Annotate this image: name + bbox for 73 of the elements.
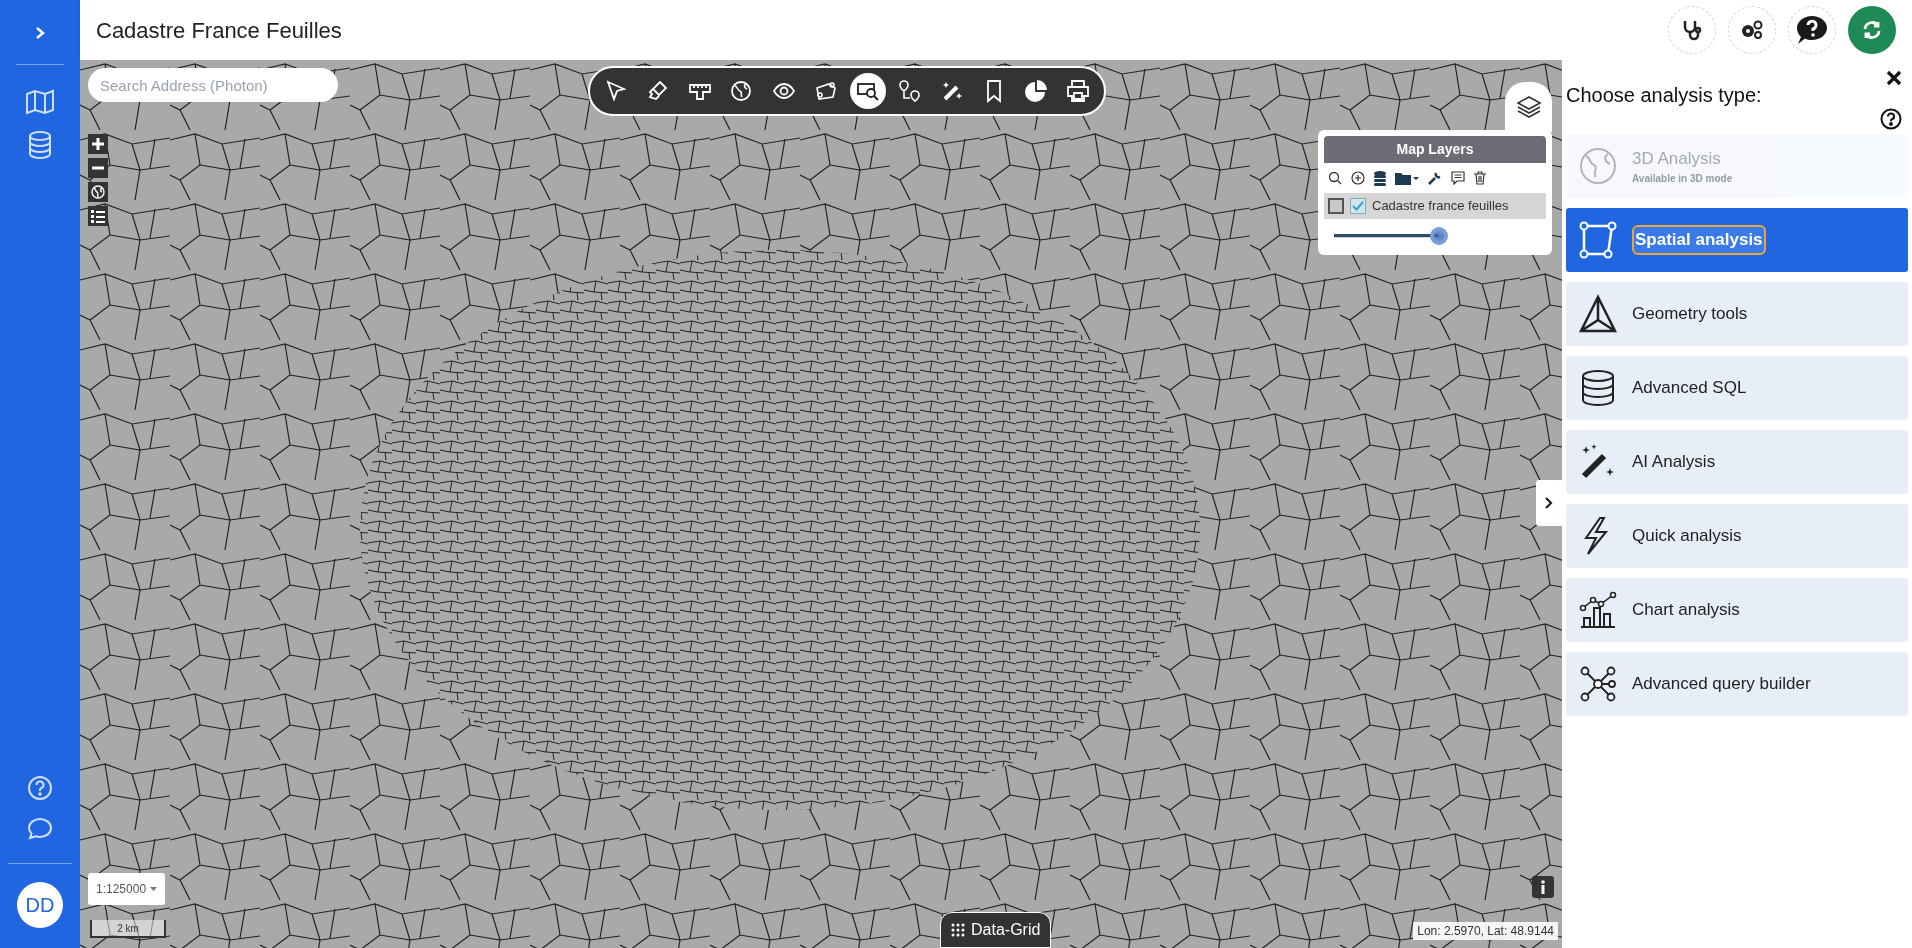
map-icon[interactable]: [25, 89, 55, 115]
database-icon[interactable]: [1374, 170, 1386, 186]
scale-value: 1:125000: [96, 881, 147, 898]
user-avatar[interactable]: DD: [17, 882, 63, 928]
help-icon[interactable]: [1880, 108, 1902, 130]
analysis-option[interactable]: Spatial analysis: [1566, 208, 1908, 272]
scale-bar: 2 km: [90, 920, 166, 938]
layer-name: Cadastre france feuilles: [1372, 197, 1509, 216]
caret-icon: [150, 886, 158, 892]
option-label: 3D Analysis: [1632, 147, 1722, 170]
search-map-tool-button[interactable]: [850, 73, 886, 109]
option-label: Quick analysis: [1632, 525, 1742, 548]
analysis-option[interactable]: Advanced SQL: [1566, 356, 1908, 420]
refresh-icon: [1861, 19, 1883, 41]
chart-icon: [1578, 590, 1618, 630]
legend-button[interactable]: [88, 206, 108, 226]
folder-icon[interactable]: [1395, 171, 1419, 185]
map-view[interactable]: Search Address (Photon) Map Layers Cadastre france feuilles 1:125000 2 km Data-Grid Lon: 2.5970, Lat: 48.9144: [80, 60, 1562, 948]
data-grid-button[interactable]: Data-Grid: [940, 912, 1052, 948]
list-icon: [91, 209, 105, 223]
option-label: Spatial analysis: [1632, 225, 1766, 255]
add-icon[interactable]: [1351, 171, 1365, 185]
page-title: Cadastre France Feuilles: [96, 16, 342, 45]
chat-icon[interactable]: [27, 817, 53, 841]
close-icon[interactable]: [1886, 70, 1902, 86]
plus-icon: [92, 138, 104, 150]
option-label: Geometry tools: [1632, 303, 1748, 326]
panel-title: Choose analysis type:: [1566, 83, 1763, 108]
grid-icon: [951, 923, 965, 937]
slider-thumb[interactable]: [1429, 227, 1448, 245]
printer-icon: [1066, 79, 1090, 103]
analysis-option[interactable]: Quick analysis: [1566, 504, 1908, 568]
comment-icon[interactable]: [1451, 171, 1465, 185]
globe-icon: [1578, 146, 1618, 186]
option-label: AI Analysis: [1632, 451, 1716, 474]
layer-row[interactable]: Cadastre france feuilles: [1324, 193, 1546, 219]
option-label: Chart analysis: [1632, 599, 1740, 622]
option-label: Advanced query builder: [1632, 673, 1811, 696]
info-icon: [1540, 880, 1546, 894]
stethoscope-icon: [1682, 19, 1702, 41]
trash-icon[interactable]: [1474, 171, 1486, 185]
refresh-button[interactable]: [1848, 6, 1896, 54]
globe-button[interactable]: [88, 182, 108, 202]
help-bubble-icon: [1795, 14, 1829, 46]
analysis-option[interactable]: AI Analysis: [1566, 430, 1908, 494]
pyramid-icon: [1578, 294, 1618, 334]
scale-select[interactable]: 1:125000: [88, 873, 166, 905]
option-label: Advanced SQL: [1632, 377, 1747, 400]
zoom-in-button[interactable]: [88, 134, 108, 154]
info-button[interactable]: [1532, 876, 1554, 898]
analysis-option[interactable]: Chart analysis: [1566, 578, 1908, 642]
route-icon: [898, 79, 922, 103]
select-checkbox[interactable]: [1328, 198, 1344, 214]
pie-chart-icon: [1024, 79, 1048, 103]
search-icon[interactable]: [1328, 171, 1342, 185]
search-field[interactable]: Search Address (Photon): [88, 68, 338, 102]
layers-icon: [1514, 93, 1543, 121]
panel-title: Map Layers: [1324, 136, 1546, 163]
chevron-right-icon: [1544, 496, 1554, 510]
settings-icon: [1740, 20, 1764, 40]
pointer-icon: [604, 79, 628, 103]
globe-icon: [91, 185, 105, 199]
wrench-icon[interactable]: [1428, 171, 1442, 185]
zoom-out-button[interactable]: [88, 158, 108, 178]
visibility-checkbox[interactable]: [1350, 198, 1366, 214]
coordinates-text: Lon: 2.5970, Lat: 48.9144: [1413, 922, 1558, 940]
analysis-option[interactable]: Geometry tools: [1566, 282, 1908, 346]
panel-collapse-tab[interactable]: [1536, 480, 1562, 526]
analysis-option[interactable]: Advanced query builder: [1566, 652, 1908, 716]
polygon-icon: [1578, 220, 1618, 260]
option-subtitle: Available in 3D mode: [1632, 172, 1733, 187]
network-icon: [1578, 664, 1618, 704]
chevron-right-icon[interactable]: [34, 26, 46, 40]
